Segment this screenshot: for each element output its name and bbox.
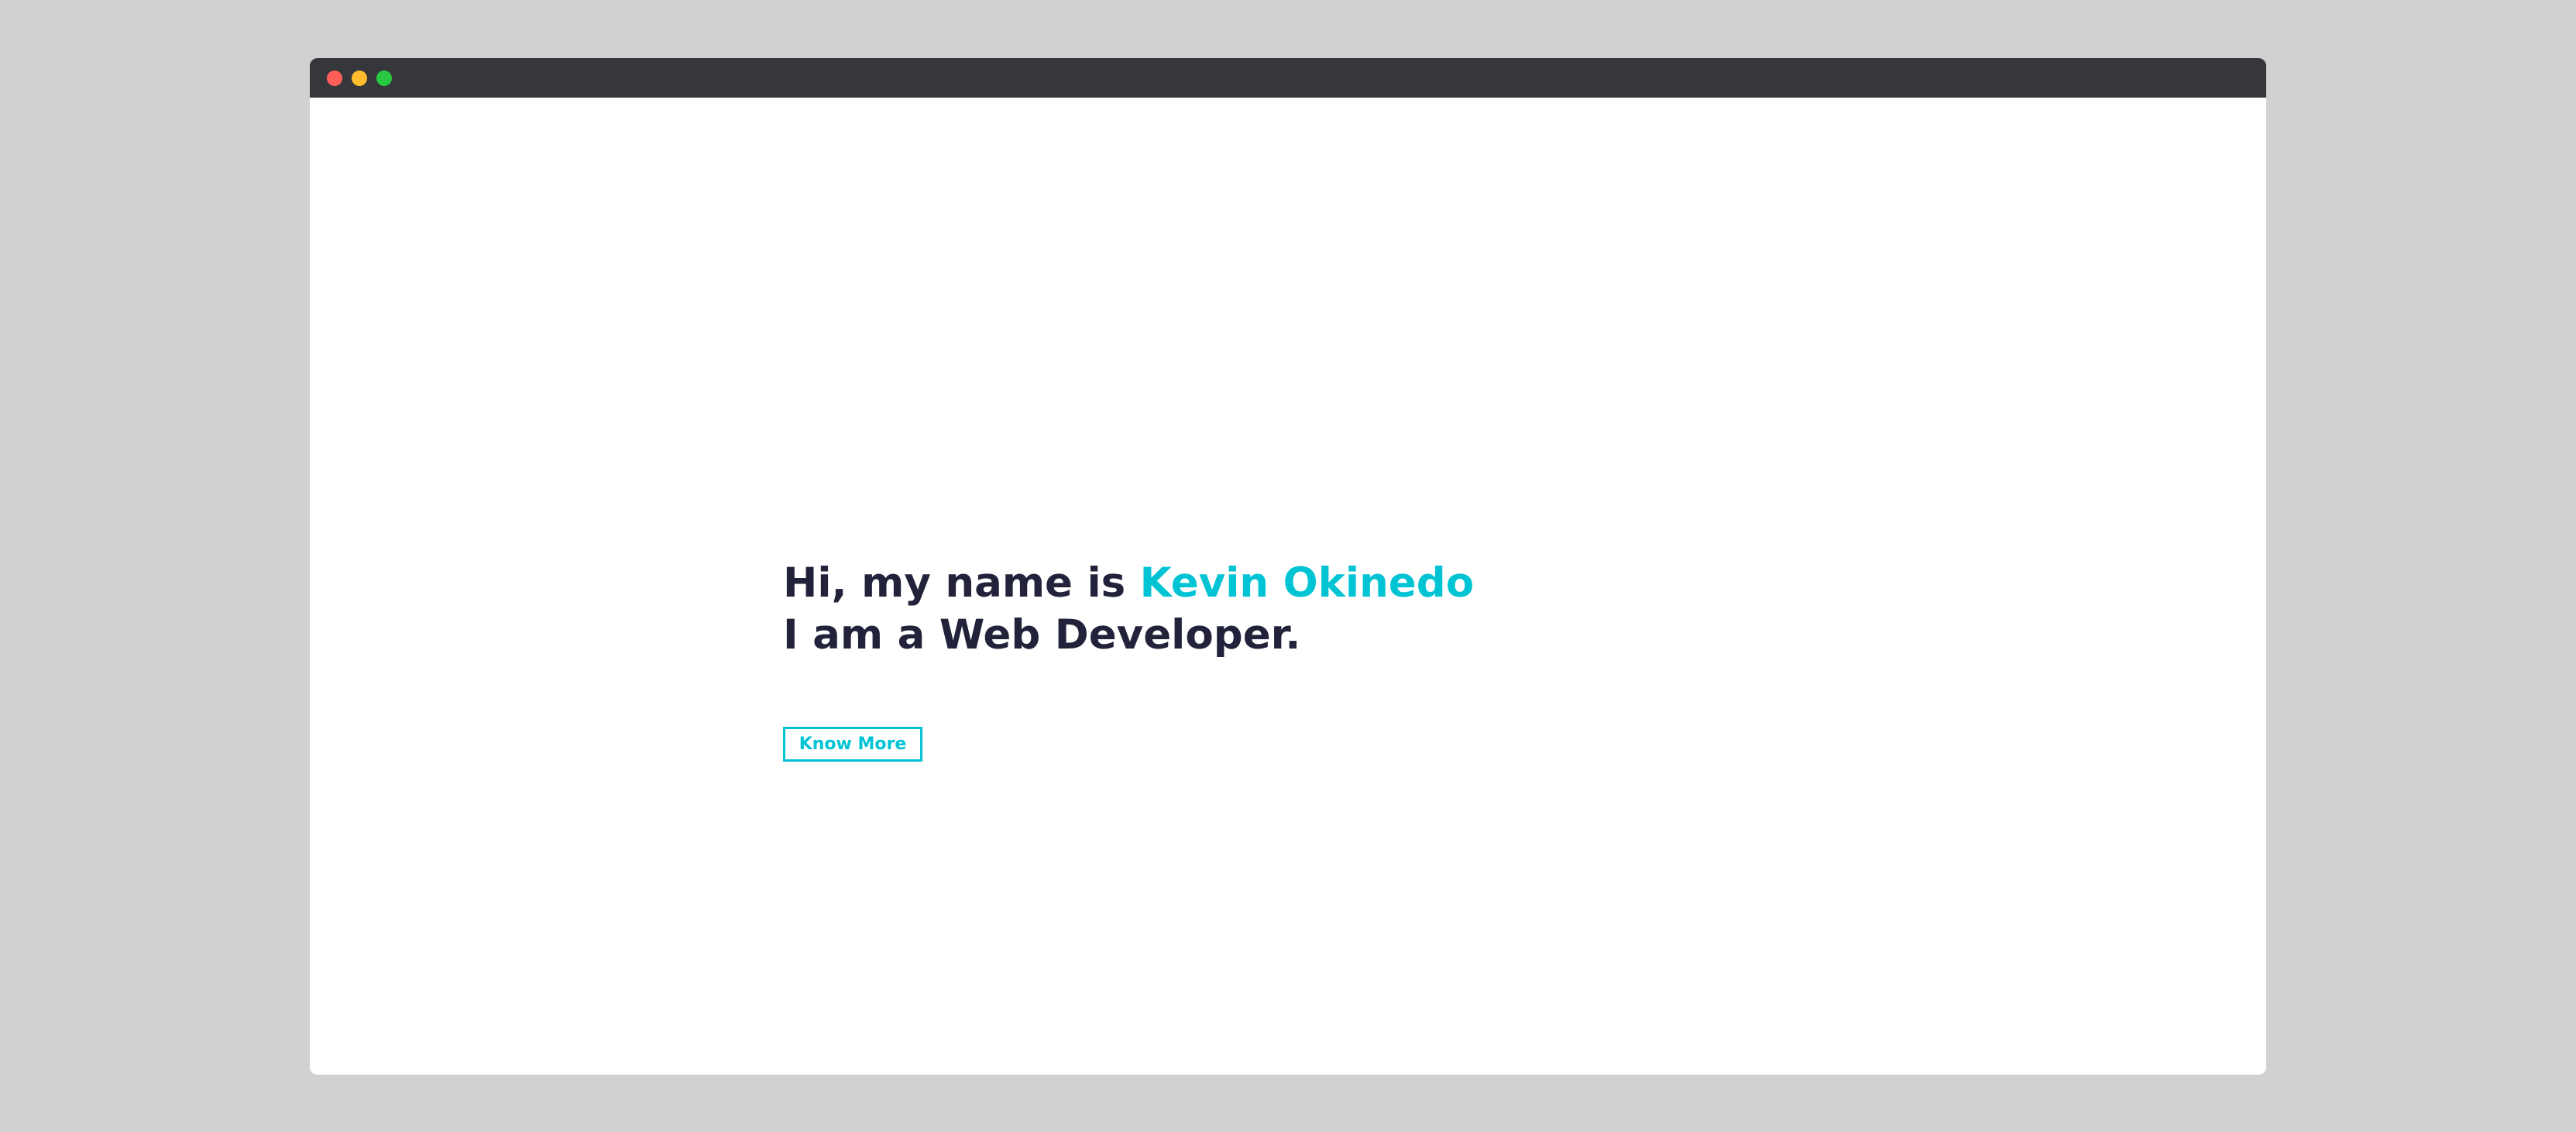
window-titlebar — [310, 58, 2266, 98]
maximize-window-icon[interactable] — [376, 71, 392, 86]
headline-role: I am a Web Developer. — [783, 611, 1301, 659]
headline-greeting: Hi, my name is — [783, 559, 1140, 607]
know-more-button[interactable]: Know More — [783, 727, 922, 762]
browser-window: Hi, my name is Kevin Okinedo I am a Web … — [310, 58, 2266, 1075]
page-content: Hi, my name is Kevin Okinedo I am a Web … — [310, 98, 2266, 1075]
minimize-window-icon[interactable] — [352, 71, 367, 86]
close-window-icon[interactable] — [327, 71, 342, 86]
hero-headline: Hi, my name is Kevin Okinedo I am a Web … — [783, 557, 1474, 661]
headline-name: Kevin Okinedo — [1139, 559, 1475, 607]
hero-section: Hi, my name is Kevin Okinedo I am a Web … — [783, 557, 1474, 762]
